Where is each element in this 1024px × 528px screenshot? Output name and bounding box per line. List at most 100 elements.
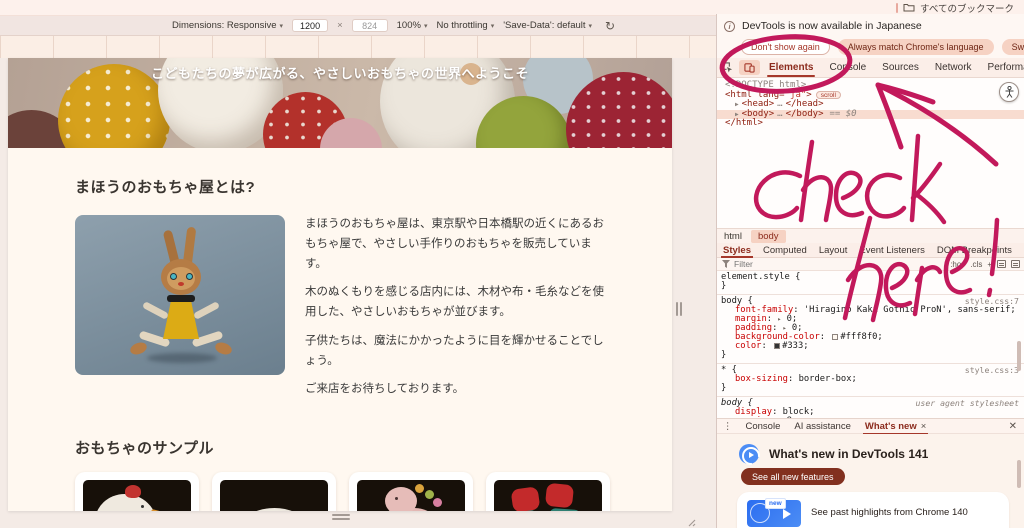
breadcrumb-html[interactable]: html bbox=[717, 230, 749, 243]
hero-title: こどもたちの夢が広がる、やさしいおもちゃの世界へようこそ bbox=[8, 63, 672, 82]
about-paragraph: 木のぬくもりを感じる店内には、木材や布・毛糸などを使用した、やさしいおもちゃが並… bbox=[305, 283, 605, 323]
dimensions-label: Dimensions: Responsive bbox=[172, 20, 277, 31]
hero-image: こどもたちの夢が広がる、やさしいおもちゃの世界へようこそ bbox=[8, 58, 672, 148]
tree-row-body-selected[interactable]: ▶ <body>…</body> == $0 bbox=[717, 110, 1024, 120]
expand-icon: ▸ bbox=[777, 315, 781, 323]
color-swatch[interactable] bbox=[774, 343, 780, 349]
color-swatch[interactable] bbox=[832, 334, 838, 340]
devtools-panel: i DevTools is now available in Japanese … bbox=[716, 14, 1024, 528]
css-prop-box-sizing[interactable]: box-sizing bbox=[735, 374, 788, 384]
devtools-infobar: i DevTools is now available in Japanese … bbox=[717, 14, 1024, 58]
tab-performance[interactable]: Performance bbox=[980, 58, 1024, 77]
drawer-menu-icon[interactable]: ⋮ bbox=[717, 421, 739, 432]
device-toolbar-toggle-icon[interactable] bbox=[739, 60, 760, 75]
drawer-close-icon[interactable]: ✕ bbox=[1001, 421, 1024, 432]
css-rule-star[interactable]: style.css:3 * { box-sizing: border-box; … bbox=[717, 364, 1024, 397]
bookmarks-separator bbox=[896, 3, 898, 13]
css-source-link[interactable]: style.css:7 bbox=[965, 297, 1019, 306]
viewport-width-input[interactable] bbox=[292, 19, 328, 32]
about-heading: まほうのおもちゃ屋とは? bbox=[75, 176, 605, 197]
new-style-rule-button[interactable]: + bbox=[987, 260, 992, 269]
chicken-plush-photo bbox=[83, 480, 191, 511]
new-badge: new bbox=[765, 498, 786, 509]
css-rule-inline[interactable]: element.style { } bbox=[717, 271, 1024, 295]
switch-to-japanese-button[interactable]: Switch DevTools to Japanese bbox=[1002, 39, 1024, 55]
expand-icon: ▸ bbox=[783, 324, 787, 332]
dont-show-again-button[interactable]: Don't show again bbox=[741, 39, 830, 55]
drawer-tab-ai-assistance[interactable]: AI assistance bbox=[787, 418, 858, 434]
drawer-scrollbar-thumb[interactable] bbox=[1017, 460, 1021, 488]
sample-card-booties bbox=[486, 472, 610, 511]
dimensions-times: × bbox=[337, 20, 343, 31]
highlights-card[interactable]: new See past highlights from Chrome 140 bbox=[737, 492, 1009, 528]
about-text: まほうのおもちゃ屋は、東京駅や日本橋駅の近くにあるおもちゃ屋で、やさしい手作りの… bbox=[305, 215, 605, 409]
tab-sources[interactable]: Sources bbox=[874, 58, 927, 77]
rabbit-toy-image bbox=[75, 215, 285, 375]
layout-panel-icon[interactable] bbox=[1011, 260, 1020, 268]
save-data-select[interactable]: 'Save-Data': default ▾ bbox=[503, 20, 592, 31]
styles-scrollbar-thumb[interactable] bbox=[1017, 341, 1021, 371]
sample-card-sheep bbox=[212, 472, 336, 511]
red-booties-photo bbox=[494, 480, 602, 511]
tab-computed[interactable]: Computed bbox=[757, 243, 813, 258]
infobar-message: DevTools is now available in Japanese bbox=[742, 20, 922, 32]
match-language-button[interactable]: Always match Chrome's language bbox=[838, 39, 994, 55]
save-data-value: 'Save-Data': default bbox=[503, 20, 585, 31]
elements-tree: <!DOCTYPE html> <html lang="ja"> scroll … bbox=[717, 78, 1024, 228]
twirl-icon: ▶ bbox=[735, 100, 739, 110]
devtools-tabbar: Elements Console Sources Network Perform… bbox=[717, 58, 1024, 78]
selected-node-hint: == $0 bbox=[830, 110, 857, 120]
viewport-resize-handle-bottom[interactable] bbox=[332, 514, 350, 520]
viewport-height-input[interactable] bbox=[352, 19, 388, 32]
accessibility-person-icon[interactable] bbox=[999, 82, 1019, 102]
inspect-element-icon[interactable] bbox=[717, 58, 738, 77]
styles-filter-input[interactable] bbox=[734, 259, 854, 269]
breadcrumb-body[interactable]: body bbox=[751, 230, 786, 243]
tab-network[interactable]: Network bbox=[927, 58, 980, 77]
sample-cards bbox=[75, 472, 605, 511]
throttling-value: No throttling bbox=[436, 20, 487, 31]
tab-elements[interactable]: Elements bbox=[761, 58, 821, 77]
drawer-tab-console[interactable]: Console bbox=[739, 418, 788, 434]
all-bookmarks-label[interactable]: すべてのブックマーク bbox=[920, 1, 1014, 15]
tab-properties[interactable]: Properties bbox=[1018, 243, 1024, 258]
chevron-down-icon: ▾ bbox=[424, 22, 428, 30]
tree-row-html-end[interactable]: </html> bbox=[717, 119, 1024, 129]
devtools-logo-icon bbox=[739, 444, 759, 464]
throttling-select[interactable]: No throttling ▾ bbox=[436, 20, 494, 31]
computed-panel-icon[interactable] bbox=[997, 260, 1006, 268]
see-all-features-button[interactable]: See all new features bbox=[741, 468, 845, 485]
whats-new-heading: What's new in DevTools 141 bbox=[769, 447, 928, 461]
chevron-down-icon: ▾ bbox=[589, 22, 593, 30]
rotate-viewport-icon[interactable]: ↻ bbox=[605, 20, 615, 32]
close-tab-icon[interactable]: × bbox=[921, 421, 927, 432]
tab-layout[interactable]: Layout bbox=[813, 243, 854, 258]
zoom-select[interactable]: 100% ▾ bbox=[397, 20, 428, 31]
chevron-down-icon: ▾ bbox=[491, 22, 495, 30]
whats-new-panel: What's new in DevTools 141 See all new f… bbox=[717, 434, 1024, 528]
styles-sidebar-tabs: Styles Computed Layout Event Listeners D… bbox=[717, 243, 1024, 258]
css-source-link[interactable]: style.css:3 bbox=[965, 366, 1019, 375]
tab-console[interactable]: Console bbox=[821, 58, 874, 77]
hover-state-toggle[interactable]: :hov bbox=[950, 260, 965, 269]
user-agent-stylesheet-label: user agent stylesheet bbox=[915, 399, 1019, 408]
samples-heading: おもちゃのサンプル bbox=[75, 437, 605, 458]
sheep-plush-photo bbox=[220, 480, 328, 511]
drawer-tab-whats-new[interactable]: What's new × bbox=[858, 418, 933, 434]
styles-filter-bar: :hov .cls + bbox=[717, 258, 1024, 271]
viewport-resize-handle-corner[interactable] bbox=[686, 514, 696, 528]
css-rule-body[interactable]: style.css:7 body { font-family: 'Hiragin… bbox=[717, 295, 1024, 364]
css-prop-color[interactable]: color bbox=[735, 341, 761, 351]
styles-pane: element.style { } style.css:7 body { fon… bbox=[717, 271, 1024, 418]
class-toggle[interactable]: .cls bbox=[970, 260, 982, 269]
dimensions-select[interactable]: Dimensions: Responsive ▾ bbox=[172, 20, 283, 31]
device-toolbar: Dimensions: Responsive ▾ × 100% ▾ No thr… bbox=[0, 16, 716, 36]
tab-event-listeners[interactable]: Event Listeners bbox=[853, 243, 930, 258]
ruler bbox=[0, 36, 716, 58]
tab-dom-breakpoints[interactable]: DOM Breakpoints bbox=[931, 243, 1018, 258]
sample-card-chicken bbox=[75, 472, 199, 511]
viewport-resize-handle-right[interactable] bbox=[676, 302, 682, 316]
sample-card-dinosaur bbox=[349, 472, 473, 511]
info-icon: i bbox=[724, 21, 735, 32]
drawer-tabbar: ⋮ Console AI assistance What's new × ✕ bbox=[717, 418, 1024, 434]
